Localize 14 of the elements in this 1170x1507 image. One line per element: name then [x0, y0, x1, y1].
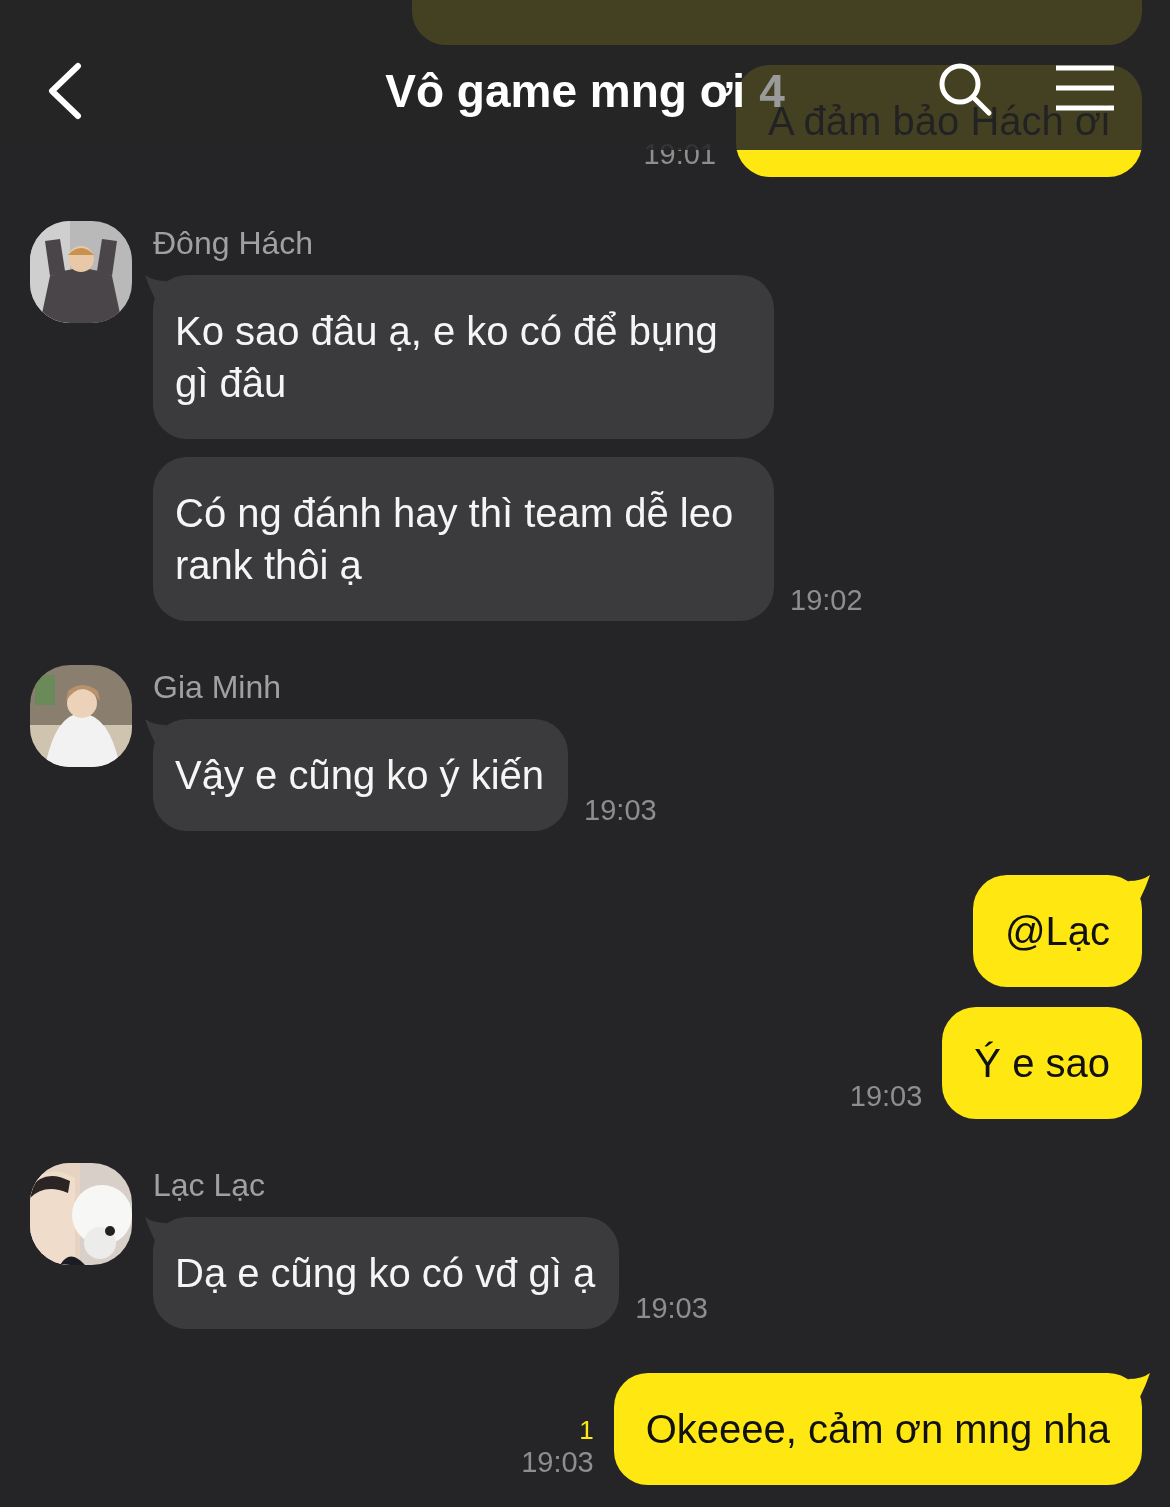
message-time: 19:03	[849, 1080, 923, 1113]
sender-name: Gia Minh	[153, 668, 283, 707]
message-time: 19:03	[521, 1446, 594, 1479]
bubble-tail	[1128, 875, 1150, 899]
member-count: 4	[759, 64, 785, 117]
sender-name: Đông Hách	[153, 224, 315, 263]
sender-name: Lạc Lạc	[153, 1166, 267, 1205]
message-time: 19:03	[584, 794, 657, 827]
unread-count: 1	[579, 1415, 594, 1446]
message-time: 19:02	[790, 584, 863, 617]
message-time: 19:03	[635, 1292, 708, 1325]
bubble-tail	[1128, 1373, 1150, 1397]
chat-title: Vô game mng ơi	[385, 64, 746, 118]
message-time: 19:01	[643, 138, 716, 171]
